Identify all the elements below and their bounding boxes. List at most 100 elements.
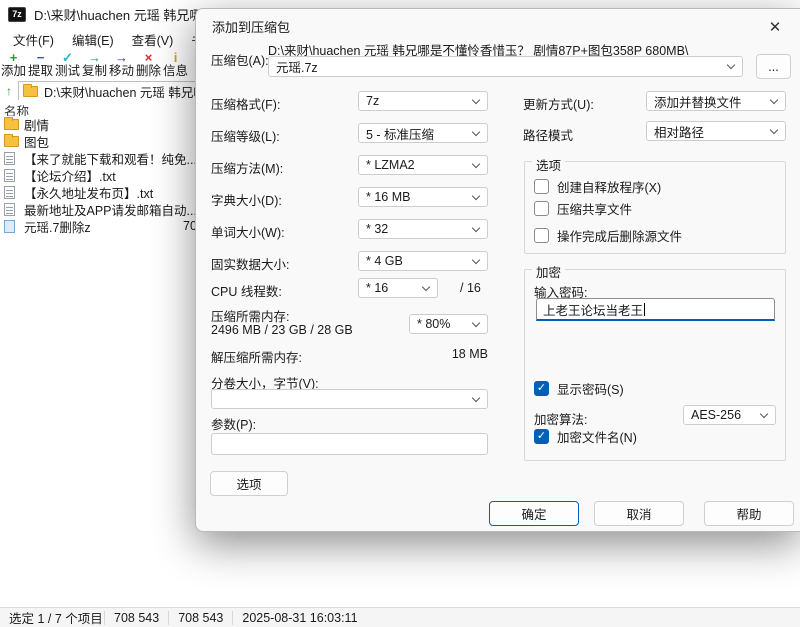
encrypt-filenames-label: 加密文件名(N) — [557, 427, 637, 446]
cpu-threads-combobox[interactable]: * 16 — [358, 278, 438, 298]
browse-button[interactable]: ... — [756, 54, 791, 79]
word-size-label: 单词大小(W): — [211, 222, 285, 241]
chevron-down-icon — [472, 191, 480, 199]
level-combobox[interactable]: 5 - 标准压缩 — [358, 123, 488, 143]
show-password-label: 显示密码(S) — [557, 379, 624, 398]
check-icon: ✓ — [62, 51, 73, 64]
update-mode-combobox[interactable]: 添加并替换文件 — [646, 91, 786, 111]
extract-button[interactable]: − 提取 — [27, 51, 54, 78]
word-size-combobox[interactable]: * 32 — [358, 219, 488, 239]
checkbox-icon[interactable] — [534, 228, 549, 243]
delete-button[interactable]: × 删除 — [135, 51, 162, 78]
dialog-title: 添加到压缩包 — [212, 17, 290, 36]
parameters-input[interactable] — [211, 433, 488, 455]
encryption-method-combobox[interactable]: AES-256 — [683, 405, 776, 425]
folder-icon — [23, 86, 38, 97]
path-mode-value: 相对路径 — [654, 122, 704, 141]
method-label: 压缩方法(M): — [211, 158, 283, 177]
add-button-label: 添加 — [1, 64, 26, 78]
info-button[interactable]: i 信息 — [162, 51, 189, 78]
text-file-icon — [4, 186, 15, 199]
memory-usage-detail: 2496 MB / 23 GB / 28 GB — [211, 323, 353, 337]
menu-view[interactable]: 查看(V) — [123, 27, 183, 52]
folder-icon — [4, 119, 19, 130]
encrypt-filenames-checkbox[interactable]: 加密文件名(N) — [534, 427, 637, 446]
status-bar: 选定 1 / 7 个项目 708 543 708 543 2025-08-31 … — [0, 607, 800, 627]
dictionary-value: * 16 MB — [366, 190, 410, 204]
create-sfx-checkbox[interactable]: 创建自释放程序(X) — [534, 177, 661, 196]
menu-file[interactable]: 文件(F) — [4, 27, 63, 52]
help-button-label: 帮助 — [736, 504, 761, 523]
add-button[interactable]: + 添加 — [0, 51, 27, 78]
chevron-down-icon — [472, 393, 480, 401]
info-icon: i — [174, 51, 178, 64]
solid-block-label: 固实数据大小: — [211, 254, 289, 273]
app-window: 7z D:\来财\huachen 元瑶 韩兄哪是不懂怜香惜玉？ 剧情87P+图包… — [0, 0, 800, 627]
arrow-right-icon: → — [88, 51, 101, 64]
archive-label: 压缩包(A): — [211, 50, 269, 69]
cpu-threads-label: CPU 线程数: — [211, 281, 282, 300]
chevron-down-icon — [472, 318, 480, 326]
show-password-checkbox[interactable]: 显示密码(S) — [534, 379, 624, 398]
volume-size-combobox[interactable] — [211, 389, 488, 409]
checkbox-checked-icon[interactable] — [534, 381, 549, 396]
chevron-down-icon — [770, 125, 778, 133]
archive-file-icon — [4, 220, 15, 233]
checkbox-icon[interactable] — [534, 201, 549, 216]
archive-name-value: 元瑶.7z — [276, 57, 318, 76]
cpu-threads-max: / 16 — [460, 281, 481, 295]
copy-button[interactable]: → 复制 — [81, 51, 108, 78]
chevron-down-icon — [472, 159, 480, 167]
status-packed-size: 708 543 — [168, 611, 232, 625]
copy-button-label: 复制 — [82, 64, 107, 78]
create-sfx-label: 创建自释放程序(X) — [557, 177, 661, 196]
format-combobox[interactable]: 7z — [358, 91, 488, 111]
status-modified-date: 2025-08-31 16:03:11 — [232, 611, 366, 625]
options-button[interactable]: 选项 — [210, 471, 288, 496]
archive-name-combobox[interactable]: 元瑶.7z — [268, 56, 743, 77]
delete-after-checkbox[interactable]: 操作完成后删除源文件 — [534, 226, 682, 245]
chevron-down-icon — [760, 409, 768, 417]
password-input[interactable]: 上老王论坛当老王 — [536, 298, 775, 321]
up-arrow-icon[interactable]: ↑ — [0, 82, 18, 100]
status-size: 708 543 — [104, 611, 168, 625]
cancel-button[interactable]: 取消 — [594, 501, 684, 526]
extract-button-label: 提取 — [28, 64, 53, 78]
text-file-icon — [4, 169, 15, 182]
ok-button[interactable]: 确定 — [489, 501, 579, 526]
move-button[interactable]: → 移动 — [108, 51, 135, 78]
compress-shared-label: 压缩共享文件 — [557, 199, 632, 218]
text-file-icon — [4, 203, 15, 216]
text-file-icon — [4, 152, 15, 165]
delete-after-label: 操作完成后删除源文件 — [557, 226, 682, 245]
method-combobox[interactable]: * LZMA2 — [358, 155, 488, 175]
menu-edit[interactable]: 编辑(E) — [63, 27, 123, 52]
word-size-value: * 32 — [366, 222, 388, 236]
checkbox-checked-icon[interactable] — [534, 429, 549, 444]
move-button-label: 移动 — [109, 64, 134, 78]
solid-block-combobox[interactable]: * 4 GB — [358, 251, 488, 271]
cpu-threads-value: * 16 — [366, 281, 388, 295]
close-icon[interactable]: ✕ — [760, 14, 790, 40]
dictionary-combobox[interactable]: * 16 MB — [358, 187, 488, 207]
browse-button-label: ... — [768, 60, 778, 74]
path-mode-combobox[interactable]: 相对路径 — [646, 121, 786, 141]
checkbox-icon[interactable] — [534, 179, 549, 194]
memory-usage-value: * 80% — [417, 317, 450, 331]
status-selection: 选定 1 / 7 个项目 — [0, 608, 104, 627]
help-button[interactable]: 帮助 — [704, 501, 794, 526]
text-caret — [644, 303, 645, 316]
compress-shared-checkbox[interactable]: 压缩共享文件 — [534, 199, 632, 218]
info-button-label: 信息 — [163, 64, 188, 78]
method-value: * LZMA2 — [366, 158, 415, 172]
memory-decompress-label: 解压缩所需内存: — [211, 347, 302, 366]
encryption-group-title: 加密 — [532, 262, 565, 281]
ok-button-label: 确定 — [521, 504, 546, 523]
memory-usage-combobox[interactable]: * 80% — [409, 314, 488, 334]
level-value: 5 - 标准压缩 — [366, 124, 434, 143]
memory-decompress-value: 18 MB — [444, 347, 488, 361]
test-button[interactable]: ✓ 测试 — [54, 51, 81, 78]
test-button-label: 测试 — [55, 64, 80, 78]
chevron-down-icon — [472, 95, 480, 103]
format-label: 压缩格式(F): — [211, 94, 280, 113]
